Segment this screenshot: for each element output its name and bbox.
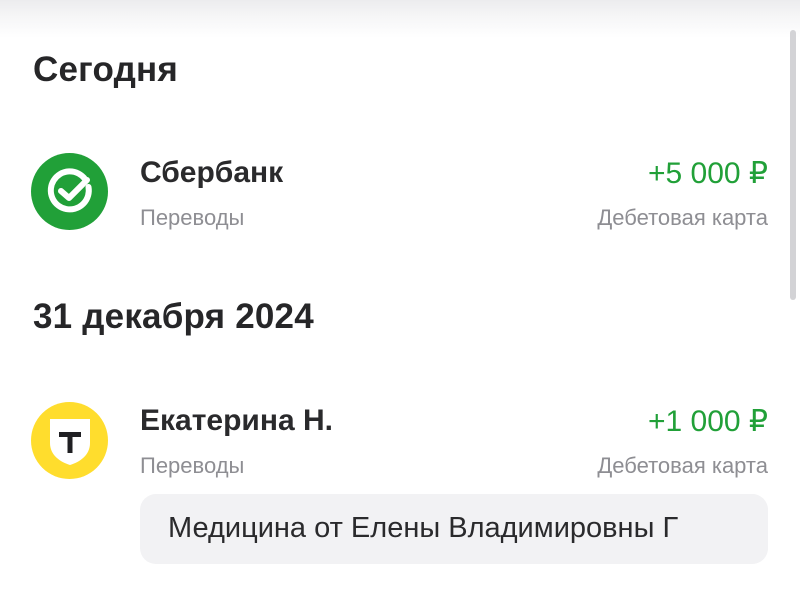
tbank-logo-icon (31, 402, 108, 479)
transaction-category: Переводы (140, 205, 245, 230)
transaction-account: Дебетовая карта (597, 453, 768, 478)
top-bar-shadow (0, 0, 800, 38)
transaction-account: Дебетовая карта (597, 205, 768, 230)
transaction-category: Переводы (140, 453, 245, 478)
transaction-name: Сбербанк (140, 156, 284, 189)
transaction-amount: +1 000 ₽ (647, 405, 768, 438)
sberbank-logo-icon (31, 153, 108, 230)
transaction-comment-text: Медицина от Елены Владимировны Г (168, 512, 679, 544)
transaction-name: Екатерина Н. (140, 404, 333, 437)
section-title-date: 31 декабря 2024 (33, 297, 314, 336)
transaction-row[interactable]: Сбербанк Переводы +5 000 ₽ Дебетовая кар… (0, 136, 800, 246)
comment-fade-overlay (698, 494, 768, 564)
transaction-row[interactable]: Екатерина Н. Переводы +1 000 ₽ Дебетовая… (0, 384, 800, 494)
transaction-comment-bubble[interactable]: Медицина от Елены Владимировны Г (140, 494, 768, 564)
transaction-amount: +5 000 ₽ (647, 157, 768, 190)
section-title-today: Сегодня (33, 50, 178, 89)
